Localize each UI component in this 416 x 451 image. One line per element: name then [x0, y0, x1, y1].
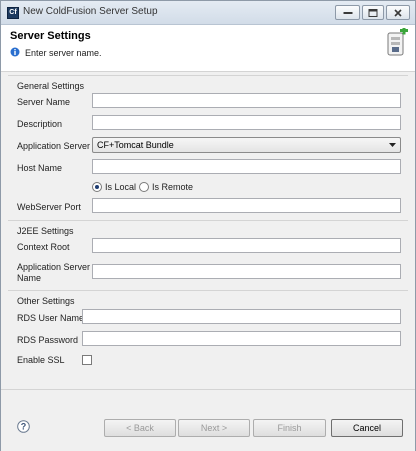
- settings-form: General Settings Server Name Description…: [1, 72, 415, 388]
- host-name-input[interactable]: [92, 159, 401, 174]
- coldfusion-logo-icon: Cf: [7, 7, 19, 19]
- header-message: Enter server name.: [25, 48, 102, 58]
- rds-password-label: RDS Password: [17, 335, 79, 345]
- description-input[interactable]: [92, 115, 401, 130]
- server-name-input[interactable]: [92, 93, 401, 108]
- context-root-input[interactable]: [92, 238, 401, 253]
- window-title: New ColdFusion Server Setup: [23, 6, 158, 17]
- chevron-down-icon: [389, 143, 396, 147]
- webserver-port-label: WebServer Port: [17, 202, 81, 212]
- server-name-label: Server Name: [17, 97, 71, 107]
- is-local-radio[interactable]: [92, 182, 102, 192]
- other-separator: [8, 290, 408, 291]
- is-local-label[interactable]: Is Local: [105, 182, 136, 192]
- is-remote-radio[interactable]: [139, 182, 149, 192]
- other-settings-title: Other Settings: [17, 296, 75, 306]
- close-button[interactable]: [386, 5, 410, 20]
- webserver-port-input[interactable]: [92, 198, 401, 213]
- next-button[interactable]: Next >: [178, 419, 250, 437]
- close-icon: [394, 8, 402, 17]
- enable-ssl-label: Enable SSL: [17, 355, 65, 365]
- title-bar[interactable]: Cf New ColdFusion Server Setup: [1, 1, 415, 25]
- j2ee-separator: [8, 220, 408, 221]
- finish-button[interactable]: Finish: [253, 419, 326, 437]
- is-remote-label[interactable]: Is Remote: [152, 182, 193, 192]
- app-server-name-label: Application Server Name: [17, 262, 91, 283]
- rds-user-label: RDS User Name: [17, 313, 85, 323]
- enable-ssl-checkbox[interactable]: [82, 355, 92, 365]
- wizard-footer: ? < Back Next > Finish Cancel: [1, 389, 415, 451]
- app-server-value: CF+Tomcat Bundle: [97, 140, 174, 150]
- app-server-name-input[interactable]: [92, 264, 401, 279]
- app-server-select[interactable]: CF+Tomcat Bundle: [92, 137, 401, 153]
- general-separator: [8, 75, 408, 76]
- maximize-button[interactable]: [362, 5, 384, 20]
- minimize-button[interactable]: [335, 5, 360, 20]
- context-root-label: Context Root: [17, 242, 70, 252]
- info-icon: [10, 47, 20, 57]
- app-server-label: Application Server: [17, 141, 91, 151]
- cancel-button[interactable]: Cancel: [331, 419, 403, 437]
- dialog-window: Cf New ColdFusion Server Setup Server Se…: [0, 0, 416, 451]
- back-button[interactable]: < Back: [104, 419, 176, 437]
- general-settings-title: General Settings: [17, 81, 85, 91]
- server-add-icon: [387, 28, 408, 56]
- rds-password-input[interactable]: [82, 331, 401, 346]
- wizard-header: Server Settings Enter server name.: [1, 25, 415, 72]
- svg-text:?: ?: [21, 422, 27, 432]
- j2ee-settings-title: J2EE Settings: [17, 226, 74, 236]
- minimize-icon: [343, 11, 352, 14]
- maximize-icon: [368, 8, 378, 17]
- page-title: Server Settings: [10, 30, 91, 42]
- help-icon[interactable]: ?: [17, 420, 30, 433]
- host-name-label: Host Name: [17, 163, 63, 173]
- rds-user-input[interactable]: [82, 309, 401, 324]
- description-label: Description: [17, 119, 63, 129]
